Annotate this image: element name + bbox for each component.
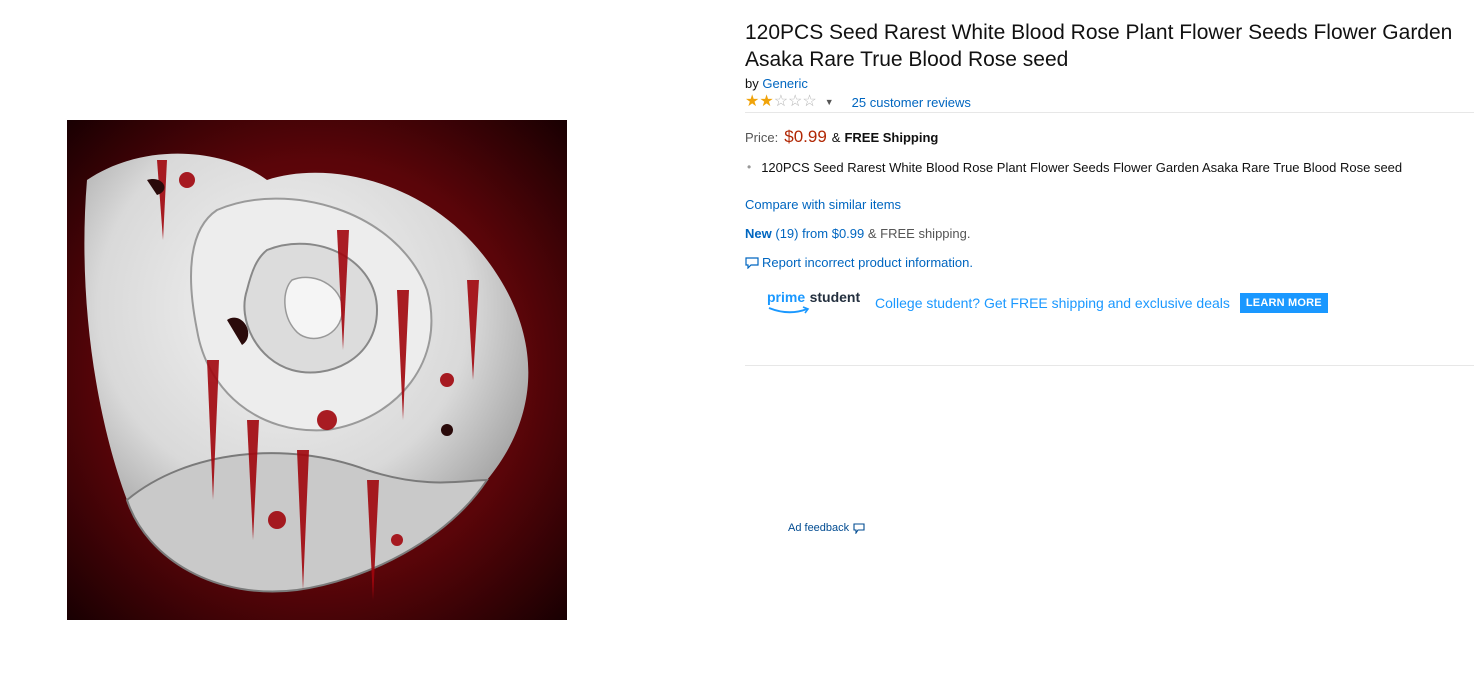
new-offers-link[interactable]: New xyxy=(745,226,772,241)
chevron-down-icon[interactable]: ▼ xyxy=(825,97,834,107)
offer-count-link[interactable]: (19) xyxy=(775,226,798,241)
student-word: student xyxy=(809,289,861,305)
ad-feedback-label: Ad feedback xyxy=(788,522,850,534)
rose-image xyxy=(67,120,567,620)
amazon-smile-icon xyxy=(768,306,810,314)
prime-student-banner: prime student College student? Get FREE … xyxy=(767,289,1328,317)
by-prefix: by xyxy=(745,76,759,91)
rating-row: ★ ★ ☆ ☆ ☆ ▼ 25 customer reviews xyxy=(745,93,971,111)
feature-bullet: • 120PCS Seed Rarest White Blood Rose Pl… xyxy=(747,160,1402,175)
star-icon: ★ xyxy=(759,93,774,110)
learn-more-button[interactable]: LEARN MORE xyxy=(1239,293,1328,313)
product-image[interactable] xyxy=(67,120,567,620)
byline: by Generic xyxy=(745,76,808,91)
comment-icon xyxy=(853,522,865,534)
star-rating[interactable]: ★ ★ ☆ ☆ ☆ xyxy=(745,94,817,110)
offer-price-link[interactable]: from $0.99 xyxy=(802,226,864,241)
offers-row: New (19) from $0.99 & FREE shipping. xyxy=(745,226,971,241)
free-shipping-label: FREE Shipping xyxy=(844,130,939,145)
price-amp: & xyxy=(831,130,841,145)
prime-student-logo[interactable]: prime student xyxy=(767,289,863,317)
report-link[interactable]: Report incorrect product information. xyxy=(745,255,973,270)
compare-link[interactable]: Compare with similar items xyxy=(745,197,901,212)
ad-feedback-link[interactable]: Ad feedback xyxy=(788,522,865,534)
price-value: $0.99 xyxy=(784,127,827,146)
prime-student-promo-link[interactable]: College student? Get FREE shipping and e… xyxy=(875,295,1230,311)
product-title: 120PCS Seed Rarest White Blood Rose Plan… xyxy=(745,21,1453,71)
price-row: Price: $0.99 & FREE Shipping xyxy=(745,127,938,147)
comment-icon xyxy=(745,256,759,269)
divider xyxy=(745,365,1474,366)
star-icon: ☆ xyxy=(802,93,817,110)
offer-shipping-text: & FREE shipping. xyxy=(867,226,971,241)
report-label: Report incorrect product information. xyxy=(762,255,973,270)
star-icon: ☆ xyxy=(773,93,789,110)
star-icon: ★ xyxy=(745,93,760,110)
prime-word: prime xyxy=(767,289,806,305)
brand-link[interactable]: Generic xyxy=(762,76,808,91)
bullet-icon: • xyxy=(747,160,752,174)
star-icon: ☆ xyxy=(788,93,803,110)
feature-text: 120PCS Seed Rarest White Blood Rose Plan… xyxy=(761,160,1403,175)
price-label: Price: xyxy=(745,130,779,145)
reviews-link[interactable]: 25 customer reviews xyxy=(852,95,971,110)
divider xyxy=(745,112,1474,113)
